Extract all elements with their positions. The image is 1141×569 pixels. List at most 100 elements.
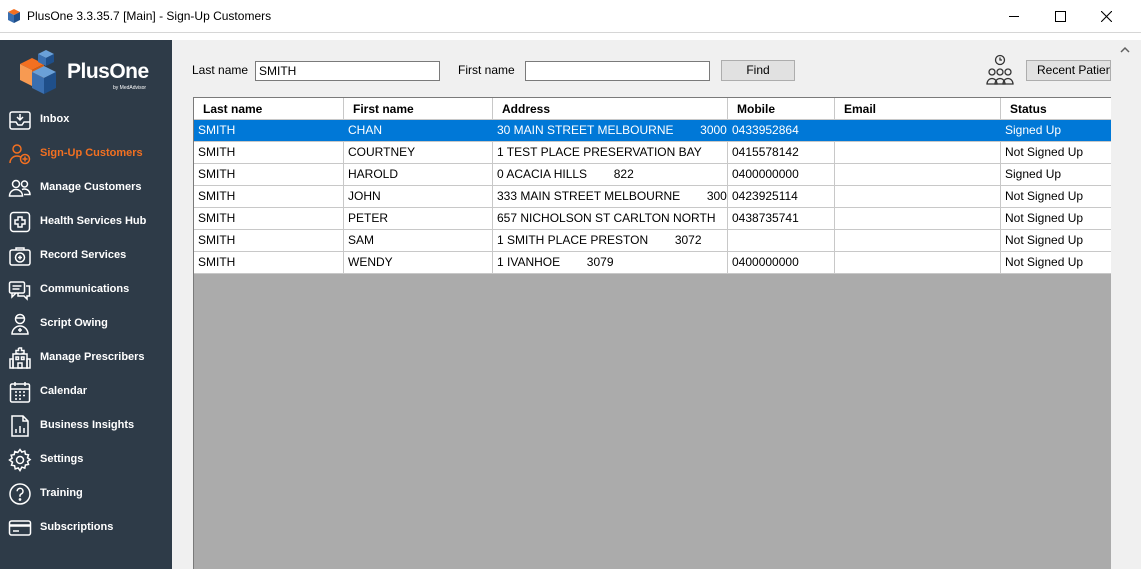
table-row[interactable]: SMITH CHAN 30 MAIN STREET MELBOURNE 3000…: [194, 120, 1111, 142]
maximize-button[interactable]: [1037, 0, 1083, 33]
calendar-icon: [9, 382, 31, 403]
plusone-logo: PlusOne by MedAdvisor: [12, 50, 162, 96]
sidebar-item-label: Inbox: [40, 113, 70, 125]
cell-address: 0 ACACIA HILLS 822: [493, 164, 728, 185]
column-header-address[interactable]: Address: [493, 98, 728, 120]
minimize-icon: [1008, 16, 1019, 17]
cell-first-name: CHAN: [344, 120, 493, 141]
recent-patients-button[interactable]: Recent Patients: [1026, 60, 1111, 81]
last-name-label: Last name: [192, 63, 249, 77]
sidebar-item-label: Training: [40, 487, 83, 499]
close-icon: [1100, 11, 1112, 22]
logo-cube-icon: [20, 50, 56, 94]
sidebar-item-business-insights[interactable]: Business Insights: [0, 409, 172, 443]
cell-status: Signed Up: [1001, 164, 1111, 185]
cell-email: [835, 252, 1001, 273]
script-owing-icon: [11, 313, 29, 335]
vertical-scrollbar[interactable]: [1111, 40, 1141, 569]
sidebar-item-label: Calendar: [40, 385, 88, 397]
table-row[interactable]: SMITH WENDY 1 IVANHOE 3079 0400000000 No…: [194, 252, 1111, 274]
logo-text: PlusOne: [67, 60, 149, 83]
sidebar-item-label: Subscriptions: [40, 521, 114, 533]
cell-address: 30 MAIN STREET MELBOURNE 3000: [493, 120, 728, 141]
table-row[interactable]: SMITH COURTNEY 1 TEST PLACE PRESERVATION…: [194, 142, 1111, 164]
table-row[interactable]: SMITH PETER 657 NICHOLSON ST CARLTON NOR…: [194, 208, 1111, 230]
cell-last-name: SMITH: [194, 252, 344, 273]
customers-grid: Last name First name Address Mobile Emai…: [193, 97, 1111, 569]
table-row[interactable]: SMITH JOHN 333 MAIN STREET MELBOURNE 300…: [194, 186, 1111, 208]
insights-icon: [11, 415, 29, 437]
sidebar-item-label: Record Services: [40, 249, 127, 261]
cell-status: Not Signed Up: [1001, 230, 1111, 251]
sidebar-item-manage-prescribers[interactable]: Manage Prescribers: [0, 341, 172, 375]
inbox-icon: [9, 111, 31, 130]
cell-mobile: [728, 230, 835, 251]
sidebar-item-communications[interactable]: Communications: [0, 273, 172, 307]
sidebar-item-inbox[interactable]: Inbox: [0, 103, 172, 137]
sidebar-item-subscriptions[interactable]: Subscriptions: [0, 511, 172, 545]
sidebar-item-manage-customers[interactable]: Manage Customers: [0, 171, 172, 205]
grid-body: SMITH CHAN 30 MAIN STREET MELBOURNE 3000…: [194, 120, 1111, 274]
cell-last-name: SMITH: [194, 142, 344, 163]
column-header-status[interactable]: Status: [1001, 98, 1111, 120]
column-header-last-name[interactable]: Last name: [194, 98, 344, 120]
last-name-input[interactable]: [255, 61, 440, 81]
minimize-button[interactable]: [991, 0, 1037, 33]
sidebar-item-settings[interactable]: Settings: [0, 443, 172, 477]
health-hub-icon: [9, 211, 31, 233]
cell-mobile: 0438735741: [728, 208, 835, 229]
cell-last-name: SMITH: [194, 230, 344, 251]
cell-address: 1 IVANHOE 3079: [493, 252, 728, 273]
communications-icon: [8, 281, 31, 301]
sidebar-item-sign-up-customers[interactable]: Sign-Up Customers: [0, 137, 172, 171]
cell-address: 1 SMITH PLACE PRESTON 3072: [493, 230, 728, 251]
cell-first-name: PETER: [344, 208, 493, 229]
cell-first-name: JOHN: [344, 186, 493, 207]
column-header-first-name[interactable]: First name: [344, 98, 493, 120]
sidebar-item-health-services-hub[interactable]: Health Services Hub: [0, 205, 172, 239]
sidebar-item-label: Settings: [40, 453, 84, 465]
maximize-icon: [1054, 11, 1066, 22]
cell-status: Not Signed Up: [1001, 208, 1111, 229]
recent-patients-icon: [986, 54, 1014, 85]
sidebar-item-label: Health Services Hub: [40, 215, 147, 227]
sidebar-item-label: Business Insights: [40, 419, 135, 431]
window-title: PlusOne 3.3.35.7 [Main] - Sign-Up Custom…: [27, 9, 272, 23]
column-header-email[interactable]: Email: [835, 98, 1001, 120]
logo-subtitle: by MedAdvisor: [113, 85, 147, 91]
column-header-mobile[interactable]: Mobile: [728, 98, 835, 120]
grid-header: Last name First name Address Mobile Emai…: [194, 98, 1111, 120]
cell-email: [835, 164, 1001, 185]
cell-last-name: SMITH: [194, 208, 344, 229]
customers-icon: [8, 179, 31, 197]
sidebar-item-label: Manage Prescribers: [40, 351, 145, 363]
cell-status: Signed Up: [1001, 120, 1111, 141]
cell-email: [835, 120, 1001, 141]
sidebar-item-script-owing[interactable]: Script Owing: [0, 307, 172, 341]
app-icon: [8, 9, 20, 23]
cell-email: [835, 230, 1001, 251]
cell-status: Not Signed Up: [1001, 186, 1111, 207]
cell-first-name: HAROLD: [344, 164, 493, 185]
first-name-input[interactable]: [525, 61, 710, 81]
table-row[interactable]: SMITH HAROLD 0 ACACIA HILLS 822 04000000…: [194, 164, 1111, 186]
sidebar-item-training[interactable]: Training: [0, 477, 172, 511]
sidebar-nav: Inbox Sign-Up Customers Manage Customers…: [0, 103, 172, 545]
find-button[interactable]: Find: [721, 60, 795, 81]
sidebar-item-calendar[interactable]: Calendar: [0, 375, 172, 409]
cell-address: 1 TEST PLACE PRESERVATION BAY 73...: [493, 142, 728, 163]
cell-mobile: 0433952864: [728, 120, 835, 141]
cell-mobile: 0415578142: [728, 142, 835, 163]
scroll-up-arrow-icon[interactable]: [1120, 46, 1130, 53]
settings-icon: [8, 448, 32, 472]
close-button[interactable]: [1083, 0, 1129, 33]
cell-email: [835, 186, 1001, 207]
sidebar-item-record-services[interactable]: Record Services: [0, 239, 172, 273]
table-row[interactable]: SMITH SAM 1 SMITH PLACE PRESTON 3072 Not…: [194, 230, 1111, 252]
first-name-label: First name: [458, 63, 515, 77]
prescribers-icon: [9, 347, 31, 369]
sidebar-item-label: Communications: [40, 283, 130, 295]
cell-mobile: 0400000000: [728, 252, 835, 273]
sidebar-item-label: Sign-Up Customers: [40, 147, 143, 159]
sidebar: PlusOne by MedAdvisor Inbox Sign-Up Cust…: [0, 40, 172, 569]
